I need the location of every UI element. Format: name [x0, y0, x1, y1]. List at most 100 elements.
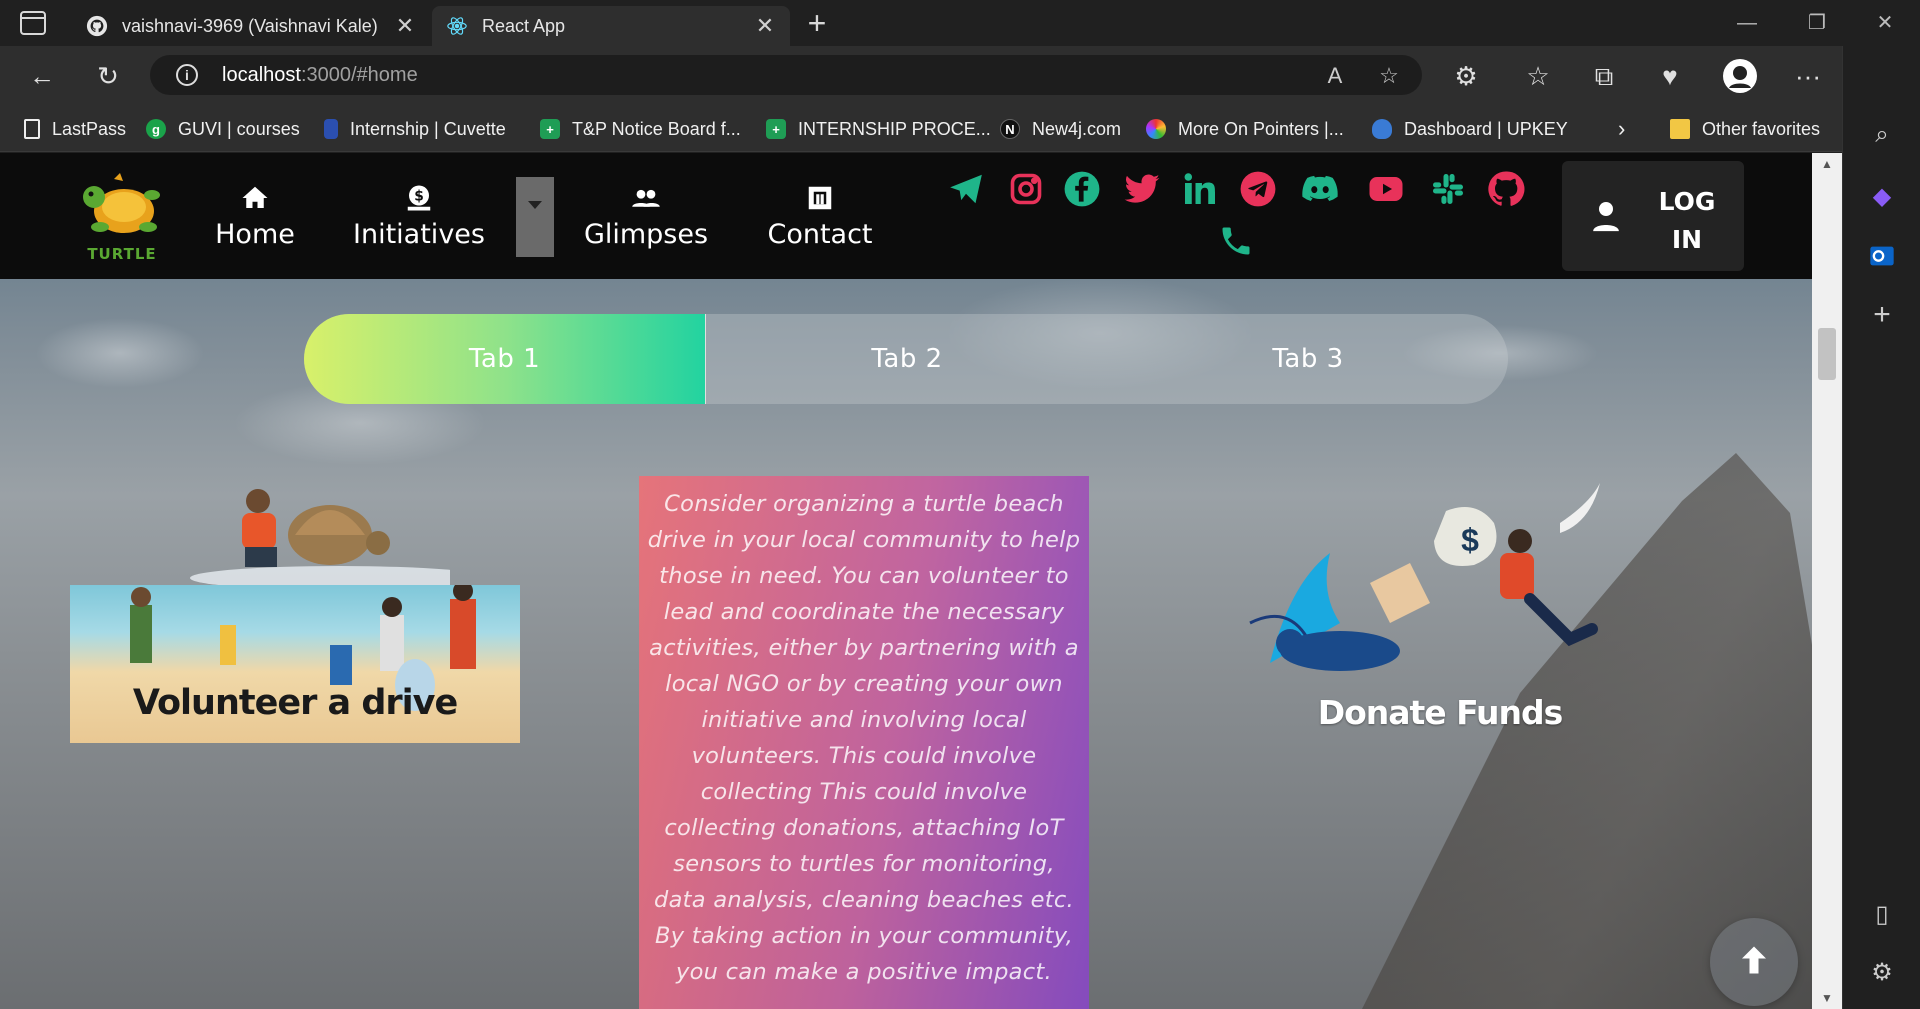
page-viewport: TURTLE Home $ Initiatives Glimpses Conta…: [0, 153, 1812, 1009]
page-scrollbar[interactable]: ▲ ▼: [1812, 153, 1842, 1009]
nav-home-label: Home: [215, 219, 295, 250]
site-navbar: TURTLE Home $ Initiatives Glimpses Conta…: [0, 153, 1812, 279]
initiative-description: Consider organizing a turtle beach drive…: [639, 476, 1089, 1009]
browser-toolbar: ← ↻ i localhost:3000/#home A ☆ ⚙ ☆ ⧉ ♥ ·…: [0, 46, 1920, 104]
browser-essentials-icon[interactable]: ♥: [1652, 58, 1688, 94]
bookmark-label: LastPass: [52, 118, 127, 139]
back-to-top-button[interactable]: [1710, 918, 1798, 1006]
more-options-icon[interactable]: ···: [1790, 58, 1826, 94]
collections-icon[interactable]: ⧉: [1586, 58, 1622, 94]
pinwheel-icon: [1146, 119, 1166, 139]
nav-contact[interactable]: Contact: [760, 183, 880, 250]
content-tabs: Tab 1 Tab 2 Tab 3: [304, 314, 1508, 404]
donate-funds-card[interactable]: $ Donate Funds: [1230, 483, 1650, 763]
read-aloud-icon[interactable]: A: [1320, 61, 1350, 91]
search-icon[interactable]: ⌕: [1863, 116, 1901, 154]
money-icon: $: [340, 183, 498, 213]
bookmark-label: More On Pointers |...: [1178, 118, 1344, 139]
refresh-icon[interactable]: ↻: [90, 58, 126, 94]
bookmark-tp-notice[interactable]: + T&P Notice Board f...: [540, 116, 741, 142]
close-tab-icon[interactable]: ✕: [394, 13, 416, 39]
scroll-down-icon[interactable]: ▼: [1812, 987, 1842, 1009]
initiatives-dropdown-toggle[interactable]: [516, 177, 554, 257]
back-icon[interactable]: ←: [24, 58, 60, 94]
upkey-icon: [1372, 119, 1392, 139]
tab-2[interactable]: Tab 2: [706, 314, 1108, 404]
add-favorite-icon[interactable]: ☆: [1374, 61, 1404, 91]
initiative-description-text: Consider organizing a turtle beach drive…: [647, 491, 1081, 985]
telegram-icon[interactable]: [946, 169, 986, 209]
donate-illustration: $: [1249, 483, 1600, 671]
bookmarks-bar: LastPass g GUVI | courses Internship | Cu…: [0, 104, 1920, 152]
telegram-circle-icon[interactable]: [1238, 169, 1278, 209]
hide-sidebar-icon[interactable]: ▯: [1863, 896, 1901, 934]
folder-icon: [1670, 119, 1690, 139]
logo-text: TURTLE: [87, 245, 157, 263]
arrow-up-icon: [1736, 942, 1772, 983]
linkedin-icon[interactable]: [1180, 169, 1220, 209]
address-bar[interactable]: i localhost:3000/#home A ☆: [150, 55, 1422, 95]
more-bookmarks-chevron-icon[interactable]: ›: [1618, 116, 1625, 142]
bookmark-new4j[interactable]: N New4j.com: [1000, 116, 1121, 142]
profile-avatar[interactable]: [1722, 58, 1758, 94]
scroll-up-icon[interactable]: ▲: [1812, 153, 1842, 175]
tab-3[interactable]: Tab 3: [1108, 314, 1508, 404]
users-icon: [578, 183, 714, 213]
bookmark-internship-process[interactable]: + INTERNSHIP PROCE...: [766, 116, 991, 142]
site-info-icon[interactable]: i: [176, 64, 198, 86]
guvi-icon: g: [146, 119, 166, 139]
volunteer-drive-card[interactable]: Volunteer a drive: [70, 473, 522, 743]
extensions-icon[interactable]: ⚙: [1448, 58, 1484, 94]
bookmark-lastpass[interactable]: LastPass: [24, 116, 126, 142]
facebook-icon[interactable]: [1062, 169, 1102, 209]
twitter-icon[interactable]: [1122, 169, 1162, 209]
bookmark-label: INTERNSHIP PROCE...: [798, 118, 991, 139]
login-label-line1: LOG: [1658, 187, 1716, 216]
green-plus-icon: +: [766, 119, 786, 139]
green-plus-icon: +: [540, 119, 560, 139]
add-app-icon[interactable]: +: [1863, 296, 1901, 334]
slack-icon[interactable]: [1428, 169, 1468, 209]
bookmark-cuvette[interactable]: Internship | Cuvette: [324, 116, 506, 142]
browser-tab-react-app[interactable]: React App ✕: [432, 6, 790, 46]
tab-1[interactable]: Tab 1: [304, 314, 706, 404]
close-tab-icon[interactable]: ✕: [754, 13, 776, 39]
nav-initiatives[interactable]: $ Initiatives: [340, 183, 498, 250]
nav-initiatives-label: Initiatives: [353, 219, 485, 250]
new-tab-button[interactable]: +: [800, 6, 834, 40]
bookmark-label: New4j.com: [1032, 118, 1122, 139]
phone-icon[interactable]: [1216, 221, 1256, 261]
bookmark-pointers[interactable]: More On Pointers |...: [1146, 116, 1344, 142]
bookmark-upkey[interactable]: Dashboard | UPKEY: [1372, 116, 1568, 142]
minimize-icon[interactable]: —: [1724, 8, 1770, 38]
bookmark-label: Dashboard | UPKEY: [1404, 118, 1568, 139]
github-icon[interactable]: [1486, 169, 1526, 209]
copilot-app-icon[interactable]: ◆: [1863, 178, 1901, 216]
login-button[interactable]: LOG IN: [1562, 161, 1744, 271]
instagram-icon[interactable]: [1006, 169, 1046, 209]
restore-icon[interactable]: ❐: [1794, 8, 1840, 38]
url-path: :3000/#home: [300, 64, 418, 86]
other-favorites[interactable]: Other favorites: [1670, 116, 1820, 142]
login-label: LOG IN: [1642, 183, 1732, 259]
favorites-icon[interactable]: ☆: [1520, 58, 1556, 94]
scrollbar-thumb[interactable]: [1818, 328, 1836, 380]
discord-icon[interactable]: [1300, 169, 1340, 209]
nav-glimpses[interactable]: Glimpses: [578, 183, 714, 250]
cuvette-icon: [324, 119, 338, 139]
settings-gear-icon[interactable]: ⚙: [1863, 954, 1901, 992]
browser-tab-github[interactable]: vaishnavi-3969 (Vaishnavi Kale) ✕: [72, 6, 430, 46]
edge-sidebar: ⌕ ◆ + ▯ ⚙: [1842, 46, 1920, 1009]
nav-glimpses-label: Glimpses: [583, 219, 709, 250]
bookmark-guvi[interactable]: g GUVI | courses: [146, 116, 300, 142]
youtube-icon[interactable]: [1366, 169, 1406, 209]
nav-home[interactable]: Home: [200, 183, 310, 250]
login-label-line2: IN: [1671, 225, 1703, 254]
outlook-icon[interactable]: [1863, 242, 1901, 280]
tab-title: React App: [482, 15, 566, 36]
close-window-icon[interactable]: ✕: [1862, 8, 1908, 38]
tab-actions-icon[interactable]: [20, 11, 46, 35]
volunteer-drive-title: Volunteer a drive: [132, 683, 458, 723]
url-text[interactable]: localhost:3000/#home: [222, 64, 418, 87]
react-icon: [446, 15, 468, 37]
